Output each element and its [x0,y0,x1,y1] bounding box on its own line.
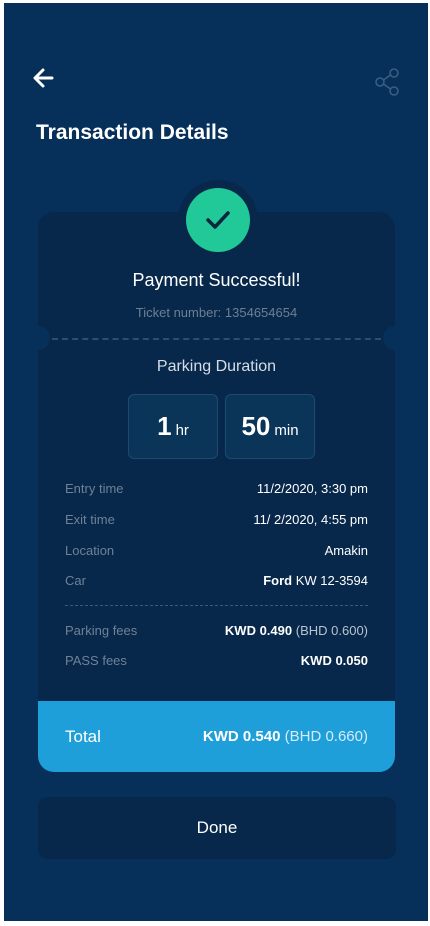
detail-row-car: Car Ford KW 12-3594 [65,573,368,588]
duration-minutes-box: 50 min [225,394,315,459]
duration-minutes: 50 [241,411,271,441]
ticket-notch-right [383,326,395,350]
total-label: Total [65,726,101,746]
detail-row-exit-time: Exit time 11/ 2/2020, 4:55 pm [65,512,368,527]
page-title: Transaction Details [36,121,229,144]
share-icon[interactable] [372,67,402,97]
detail-row-entry-time: Entry time 11/2/2020, 3:30 pm [65,481,368,496]
detail-row-location: Location Amakin [65,543,368,558]
success-check-icon [186,188,250,252]
receipt-card: Payment Successful! Ticket number: 13546… [38,212,395,772]
fees-divider [65,605,368,606]
fee-row-pass: PASS fees KWD 0.050 [65,653,368,668]
total-bar: Total KWD 0.540 (BHD 0.660) [38,701,395,772]
ticket-number: Ticket number: 1354654654 [135,305,298,320]
fee-row-parking: Parking fees KWD 0.490 (BHD 0.600) [65,623,368,638]
screen: Transaction Details Payment Successful! … [4,3,428,921]
payment-status: Payment Successful! [132,270,301,290]
back-arrow-icon[interactable] [28,63,58,93]
duration-hours-box: 1 hr [128,394,218,459]
duration-minutes-unit: min [274,422,299,439]
duration-hours-unit: hr [175,422,189,439]
done-button[interactable]: Done [38,797,396,859]
duration-title: Parking Duration [156,358,277,375]
ticket-divider [52,338,381,340]
ticket-notch-left [38,326,50,350]
duration-hours: 1 [157,411,172,441]
total-value: KWD 0.540 (BHD 0.660) [202,728,368,745]
